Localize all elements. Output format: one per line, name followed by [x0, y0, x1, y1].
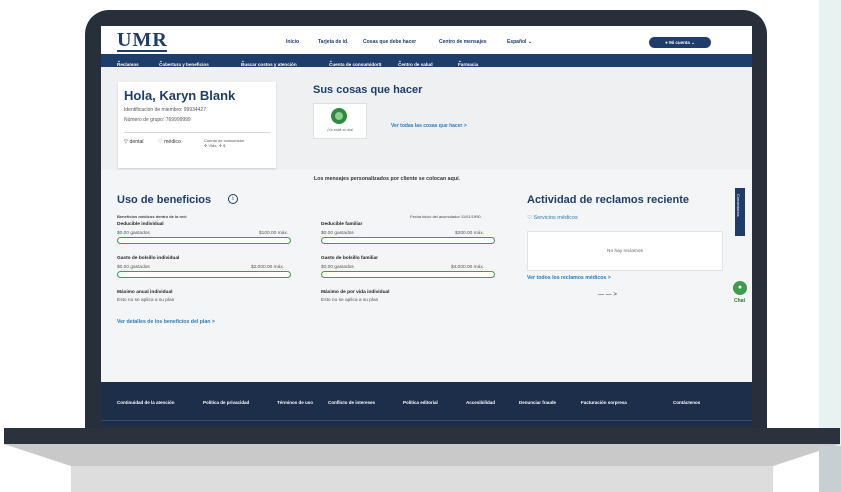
- hero-section: Hola, Karyn Blank Identificación de miem…: [101, 67, 752, 170]
- coverage-label: Vida: [208, 143, 217, 148]
- oop-individual-max: $2,000.00 máx.: [251, 265, 285, 270]
- deductible-individual-label: Deducible individual: [117, 222, 164, 227]
- oop-individual-bar: [117, 271, 291, 278]
- claims-pager[interactable]: — — >: [598, 292, 617, 298]
- site-header: UMR Inicio Tarjeta de id. Cosas que debe…: [101, 26, 752, 54]
- coverage-label: $: [223, 143, 226, 148]
- oop-family-max: $4,000.00 máx.: [451, 265, 485, 270]
- annual-max-label: Máximo anual individual: [117, 290, 173, 295]
- todo-status: ¡Ya está al día!: [326, 127, 354, 132]
- medical-services-tab[interactable]: ♡ Servicios médicos: [527, 215, 578, 221]
- no-claims-text: No hay reclamos: [607, 249, 643, 254]
- footer-link[interactable]: Facturación sorpresa: [581, 400, 627, 405]
- nav-todo[interactable]: Cosas que debe hacer: [363, 39, 416, 45]
- benefits-title: Uso de beneficios: [117, 194, 212, 206]
- in-network-label: Beneficios médicos dentro de la red:: [117, 214, 188, 219]
- heart-icon: ♡: [527, 215, 532, 221]
- footer-divider: [101, 420, 752, 421]
- heart-icon: ♡: [158, 139, 163, 145]
- subnav-health-center[interactable]: Centro de salud ⌄: [398, 58, 433, 67]
- account-label: Mi cuenta: [669, 40, 690, 45]
- annual-max-note: Esto no se aplica a su plan: [117, 298, 175, 303]
- deductible-individual-bar: [117, 237, 291, 244]
- view-all-todo-link[interactable]: Ver todas las cosas que hacer >: [391, 123, 467, 129]
- coverage-label: médico: [164, 139, 181, 145]
- my-account-button[interactable]: ● Mi cuenta ⌄: [649, 37, 711, 48]
- oop-family-spent: $0.00 gastados: [321, 265, 354, 270]
- feedback-label: Comentarios: [736, 194, 741, 217]
- subnav-claims[interactable]: Reclamos ⌄: [117, 58, 139, 67]
- footer-link[interactable]: Política editorial: [403, 400, 438, 405]
- nav-language[interactable]: Español ⌄: [507, 39, 532, 45]
- divider: [124, 132, 270, 133]
- accumulator-date: Fecha inicio del acumulador 11/01/1990: [410, 214, 481, 219]
- language-label: Español: [507, 39, 527, 45]
- chevron-down-icon: ⌄: [527, 39, 533, 45]
- oop-individual-spent: $0.00 gastados: [117, 265, 150, 270]
- plus-icon: ✢: [204, 143, 208, 148]
- background-stub: [819, 446, 841, 492]
- footer-link[interactable]: Contáctenos: [673, 400, 700, 405]
- todo-title: Sus cosas que hacer: [313, 84, 423, 96]
- group-number: Número de grupo: 769999999: [124, 117, 191, 123]
- site-footer: Continuidad de la atención Política de p…: [101, 382, 752, 426]
- plan-details-link[interactable]: Ver detalles de los beneficios del plan …: [117, 319, 215, 325]
- claims-box: No hay reclamos: [527, 231, 723, 271]
- virus-icon: [331, 108, 347, 124]
- greeting-title: Hola, Karyn Blank: [124, 88, 236, 103]
- lifetime-max-note: Esto no se aplica a su plan: [321, 298, 379, 303]
- view-all-claims-link[interactable]: Ver todos los reclamos médicos >: [527, 275, 611, 281]
- claims-title: Actividad de reclamos reciente: [527, 194, 690, 206]
- laptop-hinge: [4, 428, 840, 444]
- nav-id-card[interactable]: Tarjeta de id.: [318, 39, 348, 45]
- plus-icon: ✢: [218, 143, 223, 148]
- laptop-screen: UMR Inicio Tarjeta de id. Cosas que debe…: [101, 26, 752, 426]
- coverage-dental[interactable]: ▽ dental: [124, 139, 144, 145]
- background-panel: [819, 0, 841, 492]
- tooth-icon: ▽: [124, 139, 128, 145]
- footer-link[interactable]: Continuidad de la atención: [117, 400, 175, 405]
- footer-link[interactable]: Denunciar fraude: [519, 400, 556, 405]
- custom-message: Los mensajes personalizados por cliente …: [314, 176, 461, 182]
- feedback-tab[interactable]: Comentarios: [735, 188, 745, 236]
- coverage-label: dental: [129, 139, 144, 145]
- chat-icon[interactable]: ●: [733, 281, 747, 295]
- subnav-consumer-account[interactable]: Cuenta de consumidor$ ⌄: [329, 58, 381, 67]
- laptop-base-lip: [4, 444, 840, 466]
- secondary-nav: Reclamos ⌄ Cobertura y beneficios ⌄ Busc…: [101, 54, 752, 67]
- coverage-consumer-account[interactable]: Cuenta de consumidor ✢ Vida ✢ $: [204, 138, 244, 148]
- lifetime-max-label: Máximo de por vida individual: [321, 290, 390, 295]
- footer-link[interactable]: Accesibilidad: [466, 400, 495, 405]
- deductible-individual-spent: $0.00 gastados: [117, 231, 150, 236]
- oop-family-label: Gasto de bolsillo familiar: [321, 256, 379, 261]
- info-icon[interactable]: i: [228, 194, 238, 204]
- member-card: Hola, Karyn Blank Identificación de miem…: [118, 82, 276, 168]
- todo-card: ¡Ya está al día!: [313, 103, 367, 139]
- footer-link[interactable]: Conflicto de intereses: [328, 400, 375, 405]
- footer-link[interactable]: Política de privacidad: [203, 400, 249, 405]
- user-icon: ●: [665, 40, 668, 45]
- oop-family-bar: [321, 271, 495, 278]
- member-id: Identificación de miembro: 99934427: [124, 107, 206, 113]
- umr-logo[interactable]: UMR: [117, 29, 168, 52]
- deductible-family-max: $200.00 máx.: [455, 231, 485, 236]
- subnav-coverage[interactable]: Cobertura y beneficios ⌄: [159, 58, 209, 67]
- nav-messages[interactable]: Centro de mensajes: [439, 39, 487, 45]
- deductible-family-label: Deducible familiar: [321, 222, 363, 227]
- deductible-family-bar: [321, 237, 495, 244]
- services-label: Servicios médicos: [533, 215, 578, 221]
- deductible-family-spent: $0.00 gastados: [321, 231, 354, 236]
- footer-link[interactable]: Términos de uso: [277, 400, 313, 405]
- logo-underline: [117, 50, 167, 52]
- deductible-individual-max: $100.00 máx.: [259, 231, 289, 236]
- subnav-costs[interactable]: Buscar costos y atención ⌄: [241, 58, 297, 67]
- subnav-pharmacy[interactable]: Farmacia ⌄: [458, 58, 478, 67]
- chat-label[interactable]: Chat: [734, 298, 745, 304]
- nav-inicio[interactable]: Inicio: [286, 39, 299, 45]
- chevron-down-icon: ⌄: [691, 40, 695, 45]
- coverage-medical[interactable]: ♡ médico: [158, 139, 181, 145]
- oop-individual-label: Gasto de bolsillo individual: [117, 256, 180, 261]
